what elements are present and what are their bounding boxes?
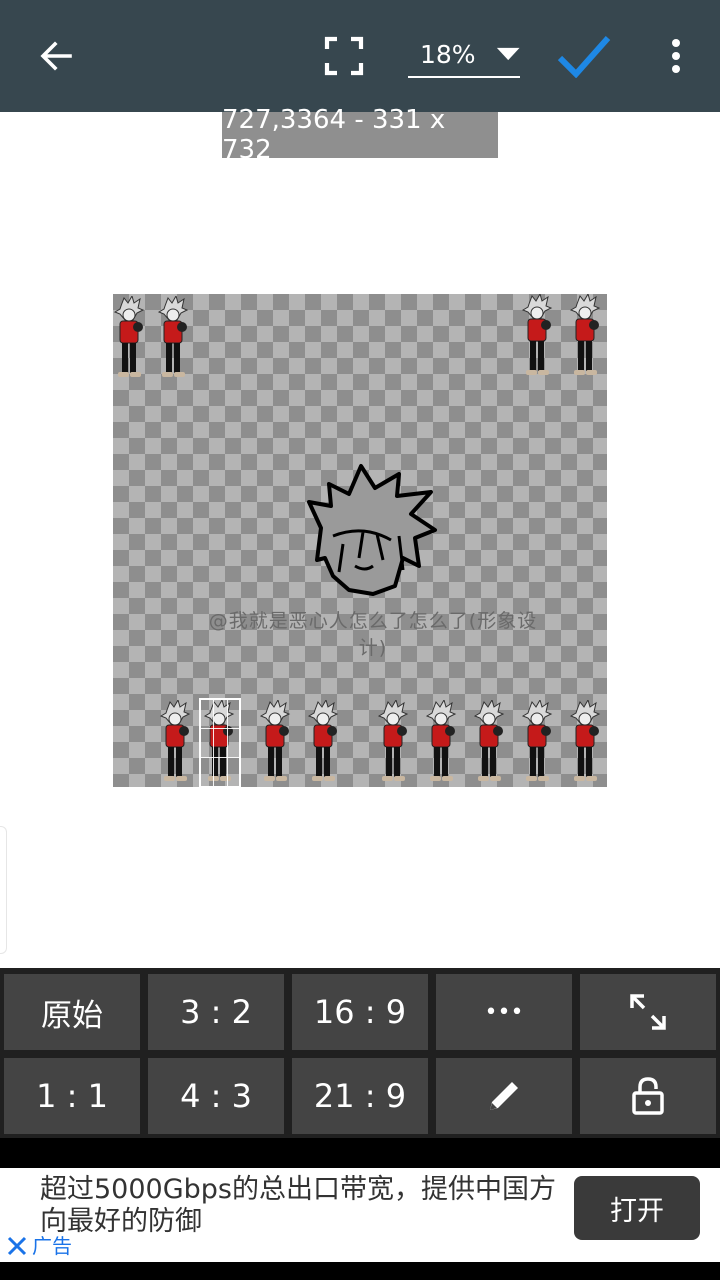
- sprite-frame: [260, 700, 290, 782]
- lock-ratio-button[interactable]: [580, 1058, 716, 1134]
- crop-grid-line: [201, 757, 239, 758]
- more-ratios-button[interactable]: •••: [436, 974, 572, 1050]
- fullscreen-icon: [324, 36, 364, 76]
- separator-bar: [0, 1138, 720, 1168]
- more-vertical-icon: [672, 39, 680, 73]
- crop-grid-line: [201, 728, 239, 729]
- zoom-value: 18%: [420, 39, 476, 69]
- sprite-frame: [522, 700, 552, 782]
- arrow-left-icon: [40, 41, 72, 71]
- sprite-frame: [522, 294, 552, 376]
- fullscreen-button[interactable]: [312, 28, 376, 84]
- crop-ratio-toolbar: 原始 3 : 2 16 : 9 ••• 1 : 1 4 : 3 21 : 9: [0, 968, 720, 1138]
- sprite-frame: [160, 700, 190, 782]
- unlock-icon: [632, 1077, 664, 1115]
- ratio-4-3-label: 4 : 3: [180, 1077, 252, 1115]
- ratio-original-button[interactable]: 原始: [4, 974, 140, 1050]
- ratio-21-9-button[interactable]: 21 : 9: [292, 1058, 428, 1134]
- ratio-1-1-label: 1 : 1: [36, 1077, 108, 1115]
- ratio-3-2-label: 3 : 2: [180, 993, 252, 1031]
- expand-button[interactable]: [580, 974, 716, 1050]
- crop-grid-line: [227, 700, 228, 786]
- ad-open-button[interactable]: 打开: [574, 1176, 700, 1240]
- ratio-4-3-button[interactable]: 4 : 3: [148, 1058, 284, 1134]
- ratio-original-label: 原始: [41, 997, 103, 1034]
- crop-grid-line: [213, 700, 214, 786]
- crop-selection[interactable]: [199, 698, 241, 787]
- ratio-3-2-button[interactable]: 3 : 2: [148, 974, 284, 1050]
- checkmark-icon: [557, 36, 611, 78]
- sprite-frame: [474, 700, 504, 782]
- pencil-icon: [490, 1082, 518, 1110]
- sprite-frame: [158, 296, 188, 378]
- ad-label: 广告: [32, 1234, 72, 1258]
- ad-text: 超过5000Gbps的总出口带宽，提供中国方向最好的防御: [40, 1174, 556, 1237]
- edit-button[interactable]: [436, 1058, 572, 1134]
- sprite-frame: [204, 700, 234, 782]
- bottom-bar: [0, 1262, 720, 1280]
- top-app-bar: 18%: [0, 0, 720, 112]
- character-head-drawing: [307, 464, 437, 596]
- image-canvas[interactable]: @我就是恶心人怎么了怎么了(形象设计): [113, 294, 607, 787]
- ratio-16-9-label: 16 : 9: [313, 993, 407, 1031]
- sprite-frame: [114, 296, 144, 378]
- back-button[interactable]: [24, 28, 88, 84]
- ratio-16-9-button[interactable]: 16 : 9: [292, 974, 428, 1050]
- more-ratios-label: •••: [484, 999, 524, 1025]
- ad-banner[interactable]: 超过5000Gbps的总出口带宽，提供中国方向最好的防御 打开 广告: [0, 1168, 720, 1262]
- expand-arrows-icon: [630, 994, 666, 1030]
- sprite-frame: [570, 294, 600, 376]
- sprite-frame: [426, 700, 456, 782]
- sprite-frame: [308, 700, 338, 782]
- more-options-button[interactable]: [652, 28, 700, 84]
- selection-info: 727,3364 - 331 x 732: [222, 105, 498, 165]
- ratio-21-9-label: 21 : 9: [313, 1077, 407, 1115]
- dropdown-arrow-icon: [496, 47, 520, 61]
- sprite-frame: [378, 700, 408, 782]
- ratio-1-1-button[interactable]: 1 : 1: [4, 1058, 140, 1134]
- confirm-button[interactable]: [548, 24, 620, 88]
- watermark-text: @我就是恶心人怎么了怎么了(形象设计): [208, 610, 538, 659]
- sprite-frame: [570, 700, 600, 782]
- zoom-dropdown[interactable]: 18%: [408, 32, 520, 78]
- side-drawer-handle[interactable]: [0, 826, 7, 954]
- close-icon[interactable]: [6, 1234, 28, 1258]
